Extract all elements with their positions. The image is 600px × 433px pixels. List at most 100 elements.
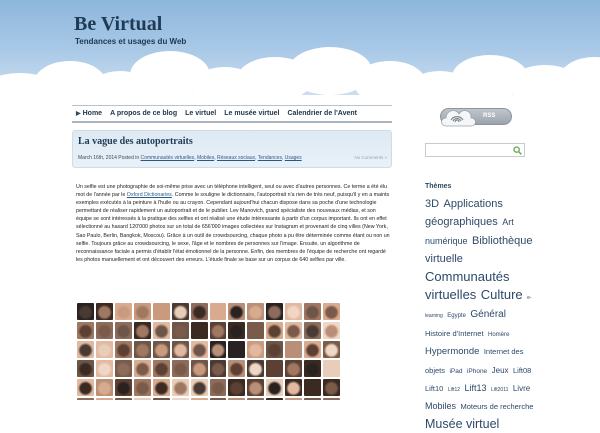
selfie-thumbnail (114, 303, 132, 320)
search-input[interactable] (425, 143, 525, 157)
category-link[interactable]: Tendances (258, 155, 282, 161)
selfie-thumbnail (247, 360, 265, 377)
selfie-thumbnail (133, 341, 151, 358)
selfie-thumbnail (304, 322, 322, 339)
tag-link[interactable]: Livre (513, 384, 530, 393)
comments-link[interactable]: No Comments » (354, 155, 387, 160)
selfie-thumbnail (114, 379, 132, 396)
post-date: March 16th, 2014 Posted in (78, 155, 140, 161)
selfie-thumbnail (95, 341, 113, 358)
selfie-thumbnail (266, 303, 284, 320)
selfie-thumbnail (152, 322, 170, 339)
tag-cloud: 3D Applications géographiques Art numéri… (425, 194, 535, 433)
tag-link[interactable]: Homère (488, 332, 509, 338)
selfie-thumbnail (152, 360, 170, 377)
search-icon[interactable] (513, 146, 522, 155)
selfie-thumbnail (114, 360, 132, 377)
selfie-thumbnail (228, 341, 246, 358)
tag-link[interactable]: 3D (425, 198, 439, 210)
rss-button[interactable]: RSS (440, 108, 512, 127)
selfie-thumbnail (228, 322, 246, 339)
nav-item-about[interactable]: A propos de ce blog (110, 110, 177, 117)
selfie-thumbnail (95, 303, 113, 320)
tag-link[interactable]: Moteurs de recherche (460, 402, 533, 411)
selfie-thumbnail (209, 322, 227, 339)
selfie-thumbnail (190, 379, 208, 396)
selfie-thumbnail (228, 360, 246, 377)
category-link[interactable]: Réseaux sociaux (217, 155, 255, 161)
selfie-thumbnail (285, 341, 303, 358)
category-link[interactable]: Communautés virtuelles (141, 155, 195, 161)
tag-link[interactable]: Egypte (447, 313, 466, 319)
selfie-thumbnail (247, 322, 265, 339)
selfie-thumbnail (190, 322, 208, 339)
selfie-thumbnail (95, 322, 113, 339)
selfie-thumbnail (266, 341, 284, 358)
tag-link[interactable]: Mobiles (425, 401, 456, 411)
selfie-thumbnail (77, 360, 94, 377)
category-link[interactable]: Usages (285, 155, 302, 161)
selfie-thumbnail (133, 379, 151, 396)
post-body: Un selfie est une photographie de soi-mê… (76, 183, 392, 264)
selfie-thumbnail (190, 341, 208, 358)
nav-item-virtual-museum[interactable]: Le musée virtuel (224, 110, 279, 117)
main-nav: ▶ Home A propos de ce blog Le virtuel Le … (72, 105, 392, 123)
nav-item-home[interactable]: ▶ Home (76, 110, 102, 117)
selfie-thumbnail (266, 360, 284, 377)
selfie-thumbnail (114, 341, 132, 358)
tag-link[interactable]: Culture (481, 287, 523, 302)
selfie-thumbnail (77, 322, 94, 339)
selfie-thumbnail (95, 379, 113, 396)
selfie-thumbnail (114, 322, 132, 339)
nav-item-advent-calendar[interactable]: Calendrier de l'Avent (287, 110, 356, 117)
tag-link[interactable]: Jeux (492, 366, 509, 375)
tag-link[interactable]: Général (470, 309, 506, 320)
selfie-thumbnail (209, 303, 227, 320)
selfie-thumbnail (152, 341, 170, 358)
tag-link[interactable]: Musée virtuel (425, 417, 499, 431)
selfie-thumbnail (171, 322, 189, 339)
selfie-thumbnail (171, 379, 189, 396)
selfie-thumbnail (77, 341, 94, 358)
tag-link[interactable]: iPhone (467, 368, 487, 375)
selfie-thumbnail (228, 303, 246, 320)
selfie-thumbnail (323, 322, 340, 339)
selfie-thumbnail (133, 322, 151, 339)
rss-label: RSS (483, 113, 496, 119)
selfie-thumbnail (247, 303, 265, 320)
post-title[interactable]: La vague des autoportraits (78, 136, 193, 147)
selfie-thumbnail (304, 341, 322, 358)
oxford-dictionaries-link[interactable]: Oxford Dictionaries (127, 192, 172, 198)
site-title[interactable]: Be Virtual (74, 13, 162, 36)
selfie-thumbnail (152, 379, 170, 396)
selfie-thumbnail (228, 379, 246, 396)
tag-link[interactable]: iPad (449, 368, 462, 375)
selfie-thumbnail (323, 379, 340, 396)
selfie-thumbnail (77, 379, 94, 396)
selfie-thumbnail (190, 360, 208, 377)
selfie-thumbnail (133, 360, 151, 377)
category-link[interactable]: Mobiles (197, 155, 214, 161)
nav-item-label: Home (82, 110, 103, 117)
selfie-thumbnail (323, 303, 340, 320)
selfie-thumbnail (171, 360, 189, 377)
selfie-thumbnail (304, 379, 322, 396)
tag-link[interactable]: Lift08 (513, 366, 531, 375)
selfie-thumbnail (209, 379, 227, 396)
selfie-thumbnail (323, 360, 340, 377)
selfie-thumbnail (77, 303, 94, 320)
tag-link[interactable]: Lift12 (448, 387, 460, 393)
post-meta: March 16th, 2014 Posted in Communautés v… (78, 155, 302, 161)
selfie-mosaic-image (77, 303, 340, 400)
tag-link[interactable]: Lift13 (465, 383, 487, 393)
selfie-thumbnail (323, 341, 340, 358)
arrow-right-icon: ▶ (76, 111, 81, 117)
selfie-thumbnail (266, 322, 284, 339)
tag-link[interactable]: Histoire d'Internet (425, 329, 484, 338)
nav-item-virtual[interactable]: Le virtuel (185, 110, 216, 117)
selfie-thumbnail (247, 341, 265, 358)
tag-link[interactable]: Hypermonde (425, 346, 479, 357)
tag-link[interactable]: Lift2011 (491, 387, 508, 393)
tag-link[interactable]: Lift10 (425, 384, 443, 393)
selfie-thumbnail (304, 360, 322, 377)
